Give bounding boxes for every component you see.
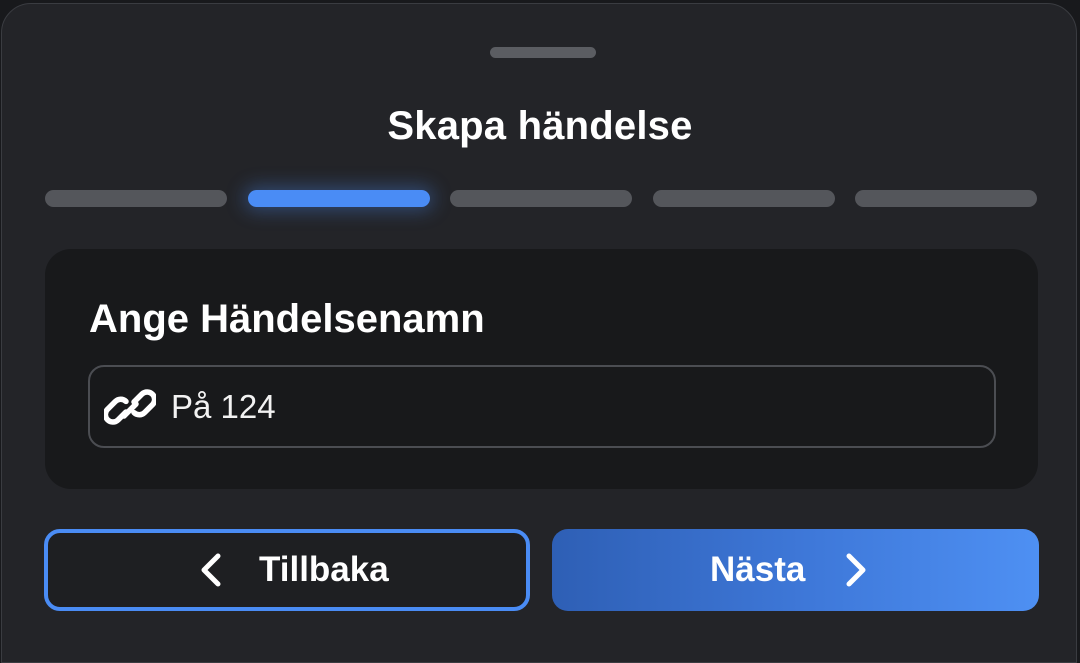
back-button-label: Tillbaka [259,550,389,589]
step-indicator-5 [855,190,1037,207]
event-name-value: På 124 [171,388,276,425]
chevron-right-icon [846,553,866,587]
step-indicator-2-active [248,190,430,207]
event-name-input[interactable]: På 124 [88,365,996,448]
step-indicator-4 [653,190,835,207]
step-indicator-1 [45,190,227,207]
card-heading: Ange Händelsenamn [89,297,485,341]
link-icon [104,389,156,425]
next-button-label: Nästa [710,550,806,589]
step-progress [45,190,1038,207]
step-indicator-3 [450,190,632,207]
chevron-left-icon [201,553,221,587]
drag-handle[interactable] [490,47,596,58]
back-button[interactable]: Tillbaka [44,529,530,611]
event-name-card: Ange Händelsenamn På 124 [45,249,1038,489]
sheet-title: Skapa händelse [387,104,693,148]
next-button[interactable]: Nästa [552,529,1039,611]
